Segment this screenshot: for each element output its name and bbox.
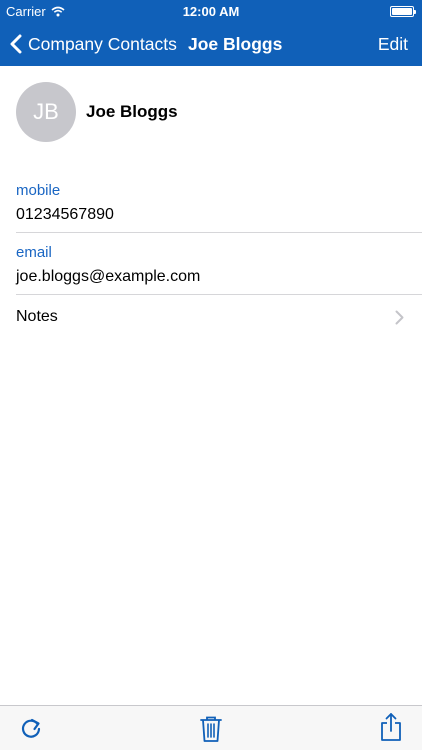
mobile-field[interactable]: mobile 01234567890: [0, 172, 422, 232]
nav-title: Joe Bloggs: [188, 34, 283, 54]
battery-icon: [390, 6, 416, 17]
email-field[interactable]: email joe.bloggs@example.com: [0, 233, 422, 294]
contact-name: Joe Bloggs: [86, 102, 178, 121]
navigation-bar: Company Contacts Joe Bloggs Edit: [0, 22, 422, 66]
refresh-icon: [21, 718, 41, 738]
bottom-toolbar: [0, 705, 422, 750]
mobile-value[interactable]: 01234567890: [16, 206, 114, 224]
trash-icon: [200, 716, 222, 742]
share-button[interactable]: [380, 712, 402, 747]
edit-button[interactable]: Edit: [378, 22, 408, 66]
mobile-label: mobile: [16, 182, 61, 199]
avatar-initials: JB: [33, 99, 59, 124]
avatar: JB: [16, 82, 76, 142]
email-value[interactable]: joe.bloggs@example.com: [16, 268, 200, 286]
notes-label: Notes: [16, 308, 58, 325]
refresh-button[interactable]: [19, 715, 43, 746]
delete-button[interactable]: [199, 715, 223, 748]
contact-header: JB Joe Bloggs: [0, 66, 422, 164]
status-time: 12:00 AM: [182, 4, 240, 19]
back-button-label: Company Contacts: [28, 33, 177, 54]
chevron-left-icon: [10, 34, 22, 54]
notes-row[interactable]: Notes: [0, 295, 422, 339]
top-bar: Carrier 12:00 AM Company Contacts Joe Bl…: [0, 0, 422, 66]
share-icon: [381, 713, 401, 741]
email-label: email: [16, 244, 52, 261]
back-button[interactable]: Company Contacts: [10, 22, 177, 66]
status-bar: Carrier 12:00 AM: [0, 0, 422, 22]
chevron-right-icon: [395, 310, 404, 325]
